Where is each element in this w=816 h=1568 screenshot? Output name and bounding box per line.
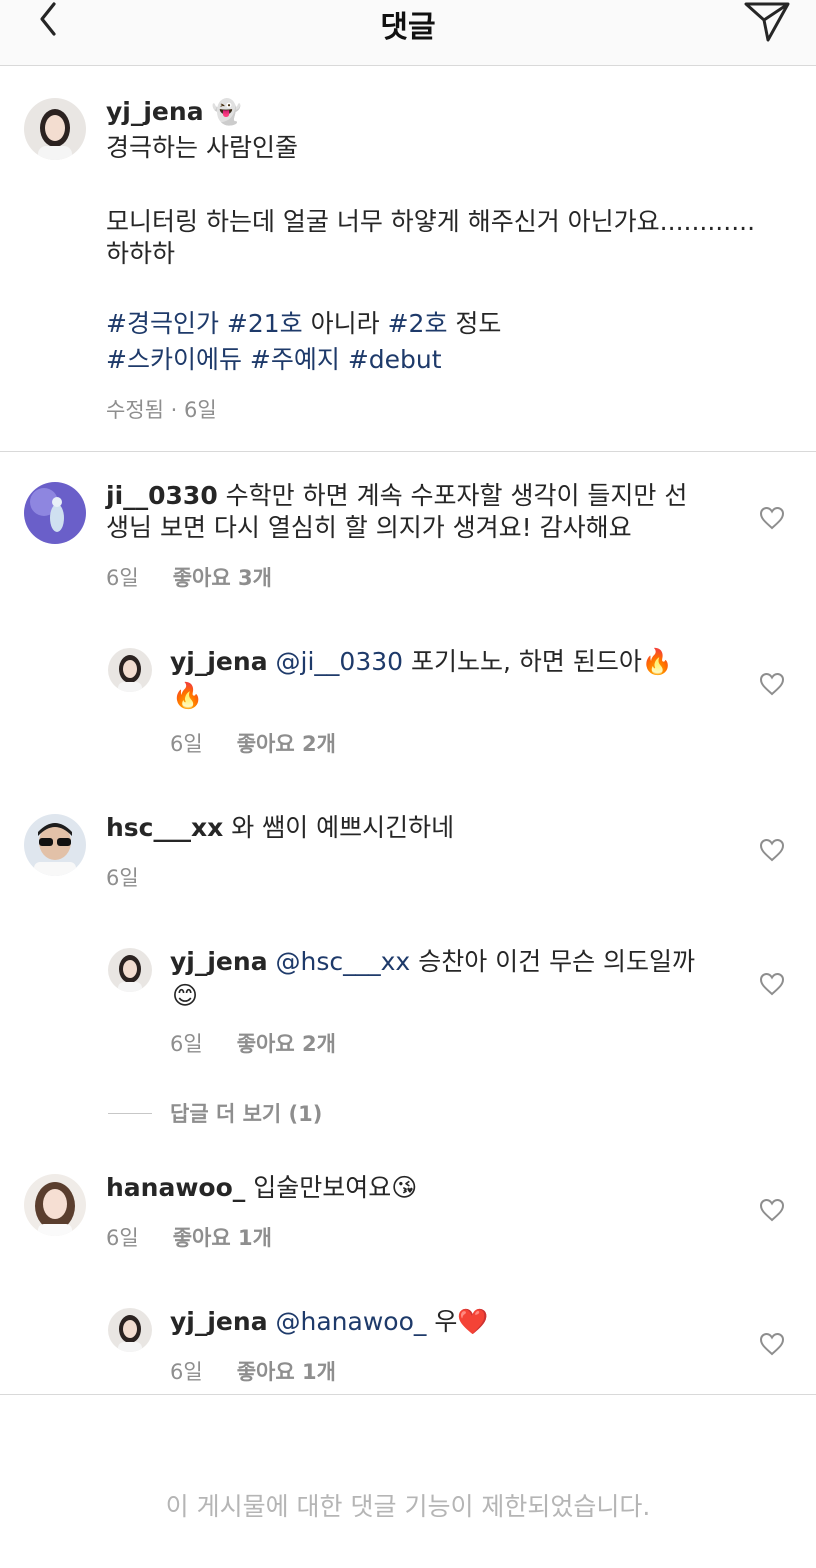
view-more-replies[interactable]: 답글 더 보기 (1) xyxy=(108,1098,322,1128)
comment-username[interactable]: yj_jena xyxy=(170,947,268,976)
caption-text: 아니라 xyxy=(310,309,380,338)
comment-username[interactable]: ji__0330 xyxy=(106,481,218,510)
caption-username[interactable]: yj_jena xyxy=(106,97,204,126)
comment-meta: 6일 좋아요 1개 xyxy=(106,1222,272,1252)
comment-username[interactable]: yj_jena xyxy=(170,647,268,676)
view-more-replies-label[interactable]: 답글 더 보기 (1) xyxy=(170,1098,322,1128)
comments-disabled-footer: 이 게시물에 대한 댓글 기능이 제한되었습니다. xyxy=(0,1394,816,1568)
comment-time: 6일 xyxy=(106,866,139,890)
comment-text: 생님 보면 다시 열심히 할 의지가 생겨요! 감사해요 xyxy=(106,513,632,542)
mention-link[interactable]: @hanawoo_ xyxy=(276,1307,427,1336)
comment-text: 와 쌤이 예쁘시긴하네 xyxy=(231,813,455,842)
comments-limited-notice: 이 게시물에 대한 댓글 기능이 제한되었습니다. xyxy=(165,1492,651,1521)
comment-username[interactable]: hanawoo_ xyxy=(106,1173,245,1202)
top-nav-bar: 댓글 xyxy=(0,0,816,66)
mention-link[interactable]: @hsc___xx xyxy=(276,947,411,976)
comment-text: 우❤️ xyxy=(434,1307,489,1336)
caption-text: 정도 xyxy=(455,309,502,338)
likes-count[interactable]: 좋아요 2개 xyxy=(237,1028,336,1058)
hashtag-link[interactable]: #21호 xyxy=(227,309,303,338)
caption-meta: 수정됨 · 6일 xyxy=(106,398,217,422)
likes-count[interactable]: 좋아요 2개 xyxy=(237,728,336,758)
comment-text: 승찬아 이건 무슨 의도일까 xyxy=(418,947,696,976)
caption-line: 모니터링 하는데 얼굴 너무 하얗게 해주신거 아닌가요............ xyxy=(106,207,756,236)
comment-meta: 6일 좋아요 2개 xyxy=(170,728,336,758)
likes-count[interactable]: 좋아요 1개 xyxy=(237,1356,336,1386)
comment-meta: 6일 좋아요 2개 xyxy=(170,1028,336,1058)
comment-username[interactable]: yj_jena xyxy=(170,1307,268,1336)
avatar[interactable] xyxy=(24,98,86,160)
comment-text: 수학만 하면 계속 수포자할 생각이 들지만 선 xyxy=(225,481,688,510)
hashtag-link[interactable]: #debut xyxy=(348,345,442,374)
heart-icon[interactable] xyxy=(759,672,785,696)
comment-meta: 6일 좋아요 3개 xyxy=(106,562,272,592)
heart-icon[interactable] xyxy=(759,506,785,530)
avatar[interactable] xyxy=(108,1308,152,1352)
post-caption: yj_jena 👻 경극하는 사람인줄 모니터링 하는데 얼굴 너무 하얗게 해… xyxy=(0,66,816,452)
comment-meta: 6일 xyxy=(106,862,139,892)
heart-icon[interactable] xyxy=(759,972,785,996)
avatar[interactable] xyxy=(24,814,86,876)
avatar[interactable] xyxy=(24,1174,86,1236)
caption-line: 하하하 xyxy=(106,239,176,268)
heart-icon[interactable] xyxy=(759,838,785,862)
comment-text: 포기노노, 하면 된드아🔥 xyxy=(410,647,673,676)
mention-link[interactable]: @ji__0330 xyxy=(276,647,404,676)
comment-text: 입술만보여요😘 xyxy=(253,1173,418,1202)
ghost-emoji: 👻 xyxy=(211,98,242,126)
hashtag-link[interactable]: #주예지 xyxy=(250,345,340,374)
comment-text: 🔥 xyxy=(172,681,204,710)
avatar[interactable] xyxy=(24,482,86,544)
heart-icon[interactable] xyxy=(759,1198,785,1222)
share-button[interactable] xyxy=(742,0,792,44)
comment-time: 6일 xyxy=(106,566,139,590)
avatar[interactable] xyxy=(108,648,152,692)
page-title: 댓글 xyxy=(380,10,436,45)
caption-line: 경극하는 사람인줄 xyxy=(106,133,298,162)
comment-text: 😊 xyxy=(172,981,199,1010)
likes-count[interactable]: 좋아요 1개 xyxy=(173,1222,272,1252)
paper-plane-icon xyxy=(744,2,790,42)
comment-time: 6일 xyxy=(170,1032,203,1056)
comment-time: 6일 xyxy=(106,1226,139,1250)
comment-time: 6일 xyxy=(170,1360,203,1384)
hashtag-link[interactable]: #경극인가 xyxy=(106,309,219,338)
likes-count[interactable]: 좋아요 3개 xyxy=(173,562,272,592)
comment-username[interactable]: hsc___xx xyxy=(106,813,223,842)
avatar[interactable] xyxy=(108,948,152,992)
comment-time: 6일 xyxy=(170,732,203,756)
heart-icon[interactable] xyxy=(759,1332,785,1356)
hashtag-link[interactable]: #2호 xyxy=(388,309,448,338)
comment-meta: 6일 좋아요 1개 xyxy=(170,1356,336,1386)
divider-line xyxy=(108,1112,152,1114)
hashtag-link[interactable]: #스카이에듀 xyxy=(106,345,242,374)
